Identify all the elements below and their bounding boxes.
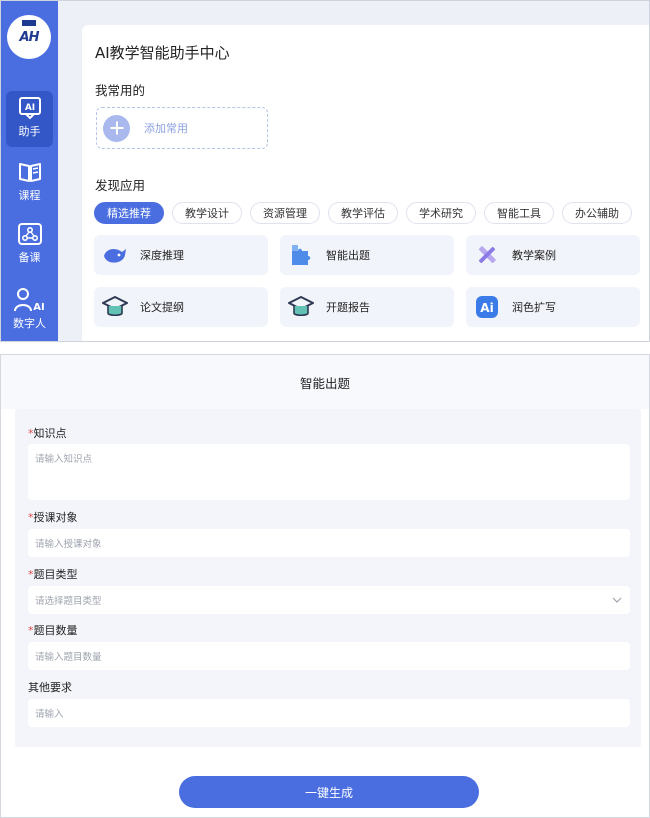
logo[interactable]: AH [7,15,51,59]
favorites-heading: 我常用的 [95,83,146,98]
app-card-smart-questions[interactable]: 智能出题 [280,235,454,275]
form-title: 智能出题 [299,375,350,391]
sidebar-item-course[interactable]: 课程 [6,155,53,211]
app-label: 论文提纲 [140,301,184,314]
ai-assistant-icon: AI [18,97,41,120]
digital-human-icon: AI [13,288,44,313]
app-card-teaching-cases[interactable]: 教学案例 [466,235,640,275]
sidebar-item-label: 助手 [18,125,41,138]
tab-smart-tools[interactable]: 智能工具 [484,202,554,224]
plus-icon [103,114,130,142]
app-card-proposal-report[interactable]: 开题报告 [280,287,454,327]
app-label: 智能出题 [326,249,370,262]
page-title: AI教学智能助手中心 [95,44,230,62]
discover-heading: 发现应用 [95,178,146,193]
content-card: AI教学智能助手中心 我常用的 添加常用 发现应用 精选推荐 教学设计 资源管理… [82,25,649,341]
app-label: 教学案例 [512,249,556,262]
tab-teaching-evaluation[interactable]: 教学评估 [328,202,398,224]
audience-label: *授课对象 [28,511,78,524]
form-body: *知识点 请输入知识点 *授课对象 请输入授课对象 *题目类型 请选择题目类型 … [15,409,641,747]
app-label: 开题报告 [326,301,370,314]
app-label: 润色扩写 [512,301,556,314]
tab-teaching-design[interactable]: 教学设计 [172,202,242,224]
sidebar-item-label: 课程 [18,189,41,202]
tab-academic-research[interactable]: 学术研究 [406,202,476,224]
knowledge-point-label: *知识点 [28,427,67,440]
app-card-thesis-outline[interactable]: 论文提纲 [94,287,268,327]
question-type-label: *题目类型 [28,568,78,581]
sidebar-item-prepare[interactable]: 备课 [6,217,53,273]
assistant-center-panel: AH AI 助手 课程 备课 AI 数字人 AI教学智能助手中心 我常用的 添加… [0,0,650,342]
category-tabs: 精选推荐 教学设计 资源管理 教学评估 学术研究 智能工具 办公辅助 [94,202,632,224]
whale-icon [102,242,128,268]
other-requirements-input[interactable]: 请输入 [28,699,630,727]
svg-text:Ai: Ai [480,301,493,315]
ai-badge-icon: Ai [474,294,500,320]
app-card-deep-reasoning[interactable]: 深度推理 [94,235,268,275]
sidebar-item-label: 备课 [18,251,41,264]
chevron-down-icon [612,597,622,603]
generate-button[interactable]: 一键生成 [179,776,479,808]
book-icon [18,163,41,182]
question-type-placeholder: 请选择题目类型 [35,596,102,607]
sidebar: AH AI 助手 课程 备课 AI 数字人 [1,1,58,341]
other-requirements-label: 其他要求 [28,681,72,694]
question-generator-panel: 智能出题 *知识点 请输入知识点 *授课对象 请输入授课对象 *题目类型 请选择… [0,354,650,818]
other-requirements-placeholder: 请输入 [35,709,64,720]
network-icon [17,223,42,245]
ruler-pencil-icon [474,242,500,268]
logo-cap-icon [22,20,36,26]
tab-featured[interactable]: 精选推荐 [94,202,164,224]
svg-text:AI: AI [24,103,34,113]
app-card-polish-expand[interactable]: Ai 润色扩写 [466,287,640,327]
add-favorite-button[interactable]: 添加常用 [96,107,268,149]
question-type-select[interactable]: 请选择题目类型 [28,586,630,614]
graduation-cap-icon [288,294,314,320]
question-count-input[interactable]: 请输入题目数量 [28,642,630,670]
question-count-label: *题目数量 [28,624,78,637]
sidebar-item-digital-human[interactable]: AI 数字人 [6,283,53,339]
sidebar-item-label: 数字人 [13,317,46,330]
tab-office-assist[interactable]: 办公辅助 [562,202,632,224]
form-header: 智能出题 [1,355,649,409]
svg-text:AI: AI [33,302,44,313]
graduation-cap-icon [102,294,128,320]
audience-input[interactable]: 请输入授课对象 [28,529,630,557]
add-favorite-label: 添加常用 [144,122,188,135]
audience-placeholder: 请输入授课对象 [35,539,102,550]
logo-text: AH [19,29,40,45]
question-count-placeholder: 请输入题目数量 [35,652,102,663]
knowledge-point-input[interactable]: 请输入知识点 [28,444,630,500]
knowledge-point-placeholder: 请输入知识点 [35,454,93,465]
sidebar-item-assistant[interactable]: AI 助手 [6,91,53,147]
app-label: 深度推理 [140,249,184,262]
puzzle-icon [288,242,314,268]
tab-resource-management[interactable]: 资源管理 [250,202,320,224]
